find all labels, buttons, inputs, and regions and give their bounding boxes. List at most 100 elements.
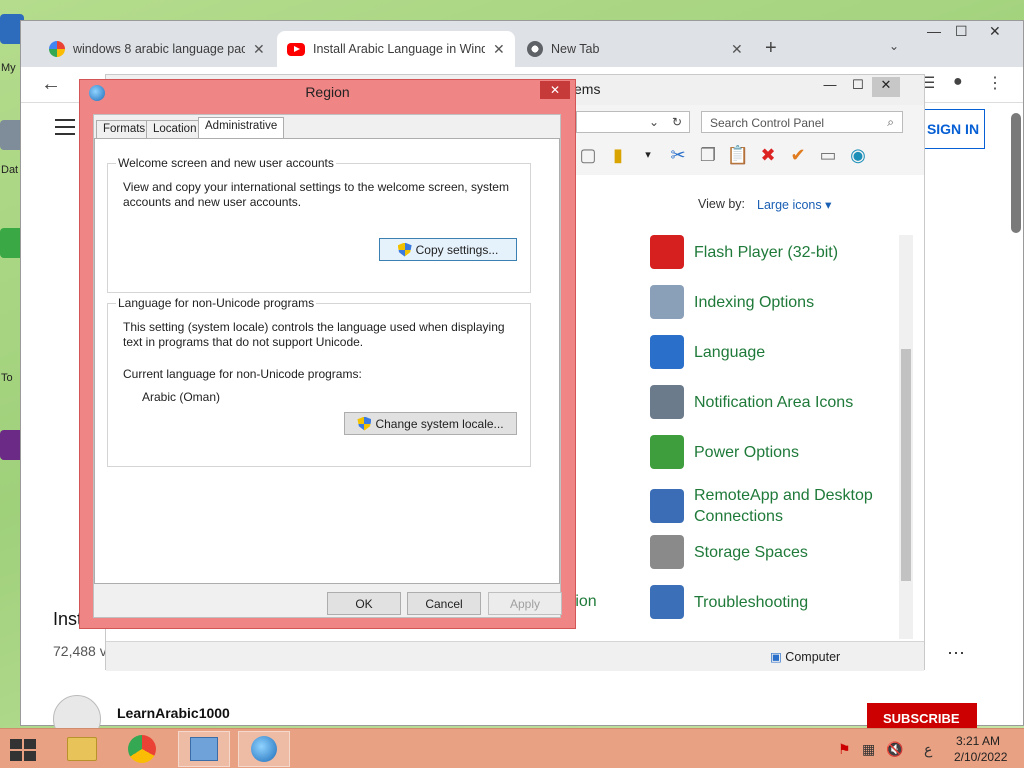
network-icon[interactable]: ▦ [862, 741, 875, 758]
taskbar-region[interactable] [238, 731, 290, 767]
profile-icon[interactable]: ● [953, 73, 963, 91]
remoteapp-icon [650, 489, 684, 523]
properties-icon[interactable]: ▮ [606, 143, 630, 167]
cp-close-button[interactable]: ✕ [872, 77, 900, 97]
cp-item-label: RemoteApp and Desktop Connections [694, 487, 873, 525]
cp-item-language[interactable]: Language [650, 335, 765, 369]
flag-icon[interactable]: ⚑ [838, 741, 851, 758]
dialog-close-button[interactable]: ✕ [540, 81, 570, 99]
change-system-locale-button[interactable]: Change system locale... [344, 412, 517, 435]
cp-item-troubleshooting[interactable]: Troubleshooting [650, 585, 808, 619]
taskbar-file-explorer[interactable] [56, 731, 108, 767]
tab-administrative[interactable]: Administrative [198, 117, 285, 139]
group-description: View and copy your international setting… [123, 180, 509, 210]
cp-item-storage-spaces[interactable]: Storage Spaces [650, 535, 808, 569]
clock-date[interactable]: 2/10/2022 [954, 750, 1007, 764]
cp-item-label: Storage Spaces [694, 543, 808, 561]
tab-google-search[interactable]: windows 8 arabic language pack ✕ [39, 31, 275, 67]
description-line: text in programs that do not support Uni… [123, 335, 364, 349]
taskbar: ⚑ ▦ 🔇 ع [0, 728, 1024, 768]
region-globe-icon [251, 736, 277, 762]
paste-icon[interactable]: 📋 [726, 143, 750, 167]
youtube-icon [287, 42, 305, 56]
taskbar-control-panel[interactable] [178, 731, 230, 767]
cp-item-label: Indexing Options [694, 293, 815, 311]
view-by-dropdown[interactable]: Large icons ▾ [757, 197, 831, 212]
cp-minimize-button[interactable]: — [816, 77, 844, 97]
sign-in-button[interactable]: SIGN IN [921, 109, 985, 149]
cp-item-flash-player[interactable]: Flash Player (32-bit) [650, 235, 838, 269]
cp-maximize-button[interactable]: ☐ [844, 77, 872, 97]
close-icon[interactable]: ✕ [731, 41, 743, 58]
windows-logo-pane [10, 751, 22, 761]
desktop-label-to: To [1, 372, 13, 384]
input-language-indicator[interactable]: ع [924, 741, 932, 758]
indexing-icon [650, 285, 684, 319]
tab-new-tab[interactable]: New Tab ✕ [517, 31, 753, 67]
channel-name[interactable]: LearnArabic1000 [117, 705, 230, 721]
new-tab-button[interactable]: + [765, 37, 777, 60]
minimize-button[interactable]: — [927, 23, 941, 39]
cp-item-indexing-options[interactable]: Indexing Options [650, 285, 814, 319]
hamburger-menu-icon[interactable] [55, 119, 75, 140]
welcome-screen-group: Welcome screen and new user accounts Vie… [107, 156, 531, 293]
description-line: accounts and new user accounts. [123, 195, 302, 209]
clock-time[interactable]: 3:21 AM [956, 734, 1000, 748]
cp-item-power-options[interactable]: Power Options [650, 435, 799, 469]
tab-search-dropdown[interactable]: ⌄ [889, 39, 899, 53]
close-icon[interactable]: ✕ [493, 41, 505, 58]
tab-youtube[interactable]: Install Arabic Language in Windo ✕ [277, 31, 515, 67]
delete-icon[interactable]: ✖ [756, 143, 780, 167]
view-by-label: View by: [698, 197, 746, 211]
cp-scrollbar-thumb[interactable] [901, 349, 911, 581]
cp-item-notification-area-icons[interactable]: Notification Area Icons [650, 385, 853, 419]
button-label: Change system locale... [375, 416, 504, 431]
flash-icon [650, 235, 684, 269]
status-computer-label: Computer [785, 650, 841, 664]
checkmark-icon[interactable]: ✔ [786, 143, 810, 167]
language-icon [650, 335, 684, 369]
video-title: Inst [53, 609, 83, 629]
menu-kebab-icon[interactable]: ⋮ [987, 73, 1003, 93]
volume-muted-icon[interactable]: 🔇 [886, 741, 903, 758]
preview-pane-icon[interactable]: ▢ [576, 143, 600, 167]
cp-toolbar: ▢ ▮ ▾ ✂ ❐ 📋 ✖ ✔ ▭ ◉ [576, 143, 870, 173]
rename-icon[interactable]: ▭ [816, 143, 840, 167]
start-button[interactable] [10, 739, 38, 761]
page-scrollbar[interactable] [1011, 113, 1021, 233]
tab-location[interactable]: Location [146, 120, 204, 138]
tab-formats[interactable]: Formats [96, 120, 153, 138]
globe-icon[interactable]: ◉ [846, 143, 870, 167]
desktop-label-my: My [1, 62, 16, 74]
description-line: View and copy your international setting… [123, 180, 509, 194]
more-actions-button[interactable]: ⋯ [947, 643, 965, 664]
subscribe-button[interactable]: SUBSCRIBE [867, 703, 977, 729]
google-icon [49, 41, 65, 57]
maximize-button[interactable]: ☐ [955, 23, 968, 40]
close-window-button[interactable]: ✕ [989, 23, 1001, 40]
dialog-content: Formats Location Administrative Welcome … [93, 114, 562, 618]
ok-button[interactable]: OK [327, 592, 401, 615]
address-dropdown-icon[interactable]: ⌄ [649, 115, 659, 129]
cp-item-remoteapp[interactable]: RemoteApp and Desktop Connections [650, 485, 884, 527]
notification-icon [650, 385, 684, 419]
apply-button[interactable]: Apply [488, 592, 562, 615]
taskbar-chrome[interactable] [116, 731, 168, 767]
cut-icon[interactable]: ✂ [666, 143, 690, 167]
search-control-panel-input[interactable]: Search Control Panel ⌕ [701, 111, 903, 133]
folder-icon [67, 737, 97, 761]
cancel-button[interactable]: Cancel [407, 592, 481, 615]
windows-logo-pane [24, 739, 36, 749]
windows-logo-pane [24, 751, 36, 761]
close-icon[interactable]: ✕ [253, 41, 265, 58]
refresh-icon[interactable]: ↻ [672, 115, 682, 129]
search-placeholder: Search Control Panel [710, 116, 825, 130]
copy-icon[interactable]: ❐ [696, 143, 720, 167]
desktop-label-data: Dat [1, 164, 19, 176]
back-button[interactable]: ← [41, 73, 61, 96]
copy-settings-button[interactable]: Copy settings... [379, 238, 517, 261]
dropdown-icon[interactable]: ▾ [636, 143, 660, 167]
tab-title: New Tab [551, 42, 600, 56]
tab-strip: windows 8 arabic language pack ✕ Install… [21, 21, 1023, 67]
current-language-label: Current language for non-Unicode program… [123, 367, 362, 381]
